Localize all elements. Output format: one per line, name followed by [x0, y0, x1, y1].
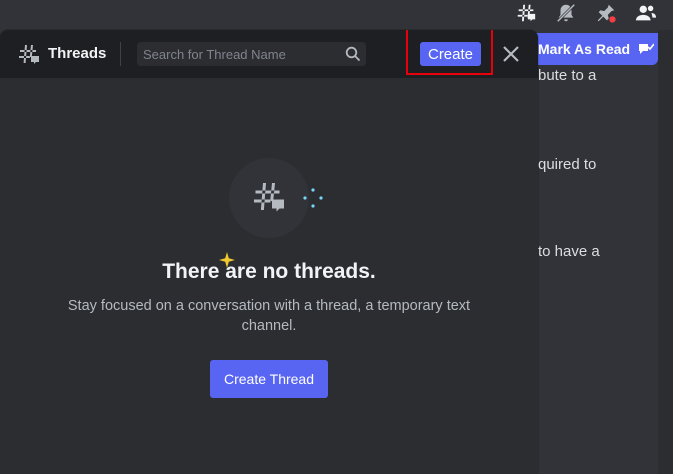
empty-threads-illustration	[229, 158, 309, 238]
message-text: quired to	[538, 156, 597, 173]
message-text: to have a	[538, 243, 600, 260]
panel-title: Threads	[48, 45, 107, 62]
threads-panel-header: Threads Create	[0, 30, 538, 78]
empty-state-title: There are no threads.	[162, 260, 376, 283]
create-button[interactable]: Create	[420, 42, 481, 66]
member-list-icon[interactable]	[635, 2, 657, 24]
thread-hash-icon	[254, 183, 284, 212]
thread-search-input[interactable]	[137, 42, 366, 66]
notifications-muted-icon[interactable]	[555, 2, 577, 24]
mark-read-icon	[639, 43, 655, 54]
channel-scrollbar[interactable]	[658, 30, 673, 474]
search-icon	[345, 46, 361, 62]
channel-toolbar	[505, 0, 657, 26]
message-text: bute to a	[538, 67, 597, 84]
header-divider	[120, 42, 121, 66]
threads-panel: Threads Create There are no threads. Sta…	[0, 30, 538, 474]
empty-state-description: Stay focused on a conversation with a th…	[67, 298, 471, 334]
threads-icon[interactable]	[515, 2, 537, 24]
create-thread-button[interactable]: Create Thread	[210, 360, 328, 398]
pinned-messages-icon[interactable]	[595, 2, 617, 24]
mark-as-read-label: Mark As Read	[538, 41, 631, 57]
close-icon[interactable]	[500, 43, 522, 65]
mark-as-read-button[interactable]: Mark As Read	[520, 33, 658, 65]
sparkle-icon	[303, 188, 323, 208]
threads-icon	[19, 45, 39, 64]
